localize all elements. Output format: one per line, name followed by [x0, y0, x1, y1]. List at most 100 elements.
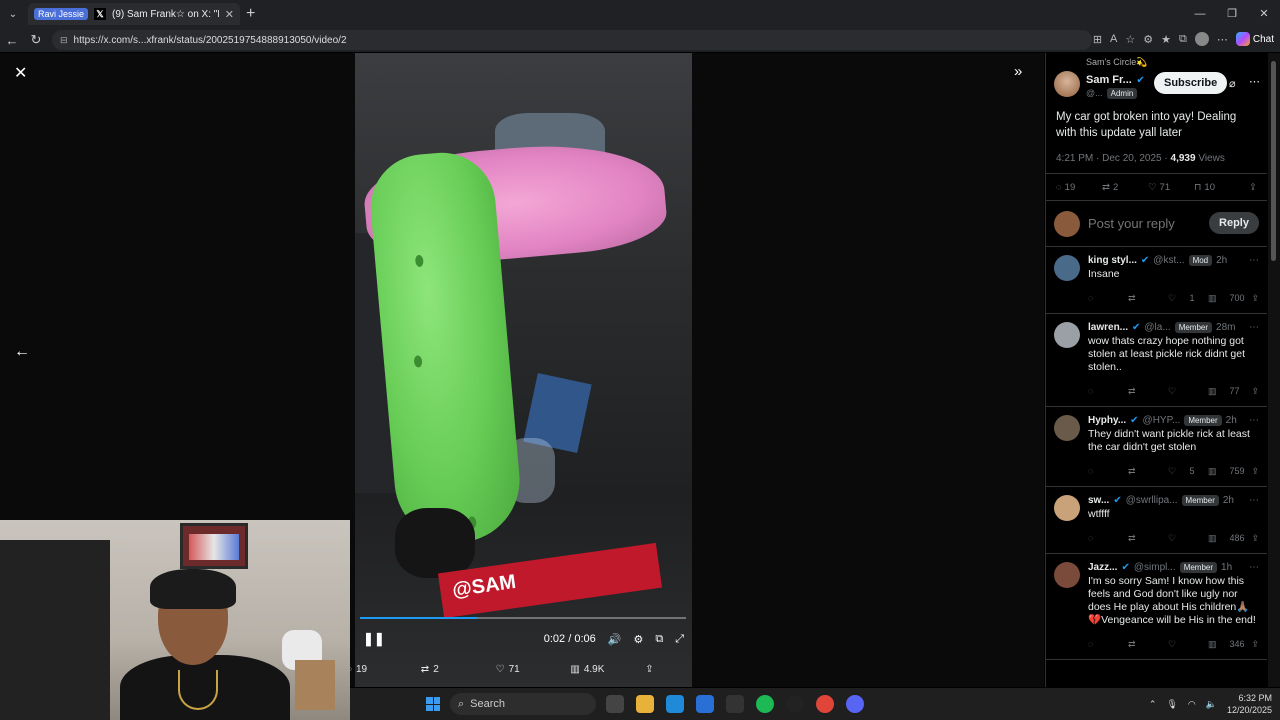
post-bookmark-stat[interactable]: ⊓ 10 — [1194, 182, 1240, 193]
reply-share-icon[interactable]: ⇪ — [1251, 466, 1259, 477]
minimize-button[interactable]: — — [1184, 0, 1216, 28]
reply-repost-action[interactable]: ⇄ — [1128, 533, 1168, 544]
reply-avatar[interactable] — [1054, 322, 1080, 348]
clock[interactable]: 6:32 PM 12/20/2025 — [1227, 692, 1272, 716]
picture-in-picture-icon[interactable]: ⧉ — [655, 633, 663, 646]
speaker-icon[interactable]: 🔈 — [1206, 699, 1217, 710]
spotify-icon[interactable] — [756, 695, 774, 713]
reply-like-action[interactable]: ♡ — [1168, 639, 1208, 650]
pause-icon[interactable]: ❚❚ — [363, 631, 385, 647]
page-scrollbar[interactable] — [1268, 53, 1280, 687]
reply-repost-action[interactable]: ⇄ — [1128, 386, 1168, 397]
back-button[interactable]: ← — [0, 33, 24, 48]
discord-icon[interactable] — [846, 695, 864, 713]
reply-share-icon[interactable]: ⇪ — [1251, 293, 1259, 304]
reply-views-action[interactable]: ▥ 486 — [1208, 533, 1248, 544]
reply-input[interactable] — [1088, 216, 1198, 231]
reply-author-handle[interactable]: @swrllipa... — [1126, 495, 1178, 506]
reply-repost-action[interactable]: ⇄ — [1128, 639, 1168, 650]
windows-start-icon[interactable] — [426, 697, 440, 711]
site-info-icon[interactable]: ⊟ — [60, 35, 68, 46]
profile-avatar[interactable] — [1194, 32, 1209, 46]
reply-avatar[interactable] — [1054, 562, 1080, 588]
video-progress-bar[interactable] — [360, 617, 686, 619]
task-view-icon[interactable] — [606, 695, 624, 713]
reply-author-name[interactable]: king styl... — [1088, 255, 1137, 266]
close-viewer-icon[interactable]: ✕ — [14, 63, 27, 83]
reply-like-action[interactable]: ♡ 5 — [1168, 466, 1208, 477]
store-icon[interactable] — [696, 695, 714, 713]
fullscreen-icon[interactable]: ⤢ — [675, 633, 684, 646]
obs-icon[interactable] — [786, 695, 804, 713]
reply-time[interactable]: 2h — [1216, 255, 1227, 266]
reply-reply-action[interactable]: ◌ — [1088, 386, 1128, 396]
reply-like-action[interactable]: ♡ — [1168, 386, 1208, 397]
collapse-sidebar-icon[interactable]: » — [1014, 63, 1022, 80]
app-icon[interactable] — [726, 695, 744, 713]
reply-item[interactable]: sw... ✔ @swrllipa... Member 2h ⋯ wtffff … — [1046, 487, 1267, 554]
reply-more-icon[interactable]: ⋯ — [1249, 415, 1259, 426]
url-bar[interactable]: ⊟ https://x.com/s...xfrank/status/200251… — [52, 30, 1092, 50]
app-available-icon[interactable]: ⊞ — [1093, 33, 1102, 46]
chrome-icon[interactable] — [816, 695, 834, 713]
edge-browser-icon[interactable] — [666, 695, 684, 713]
copilot-chat-button[interactable]: Chat — [1235, 32, 1274, 46]
reply-item[interactable]: Hyphy... ✔ @HYP... Member 2h ⋯ They didn… — [1046, 407, 1267, 487]
file-explorer-icon[interactable] — [636, 695, 654, 713]
reply-more-icon[interactable]: ⋯ — [1249, 495, 1259, 506]
reply-more-icon[interactable]: ⋯ — [1249, 562, 1259, 573]
refresh-button[interactable]: ↻ — [24, 32, 48, 48]
tab-group-label[interactable]: Ravi Jessie — [34, 8, 89, 20]
reply-item[interactable]: king styl... ✔ @kst... Mod 2h ⋯ Insane ◌… — [1046, 247, 1267, 314]
reply-item[interactable]: Jazz... ✔ @simpl... Member 1h ⋯ I'm so s… — [1046, 554, 1267, 660]
reply-views-action[interactable]: ▥ 700 — [1208, 293, 1248, 304]
community-label[interactable]: Sam's Circle💫 — [1046, 53, 1267, 69]
taskbar-search[interactable]: ⌕ Search — [450, 693, 596, 715]
previous-media-arrow-icon[interactable]: ← — [14, 343, 30, 361]
reply-share-icon[interactable]: ⇪ — [1251, 533, 1259, 544]
tray-overflow-icon[interactable]: ⌃ — [1149, 699, 1157, 710]
favorite-star-icon[interactable]: ☆ — [1125, 33, 1135, 46]
reply-author-handle[interactable]: @HYP... — [1143, 415, 1181, 426]
more-menu-icon[interactable]: ⋯ — [1217, 33, 1228, 46]
reply-views-action[interactable]: ▥ 346 — [1208, 639, 1248, 650]
tab-close-icon[interactable]: ✕ — [225, 8, 234, 21]
reply-author-handle[interactable]: @la... — [1144, 322, 1170, 333]
reply-views-action[interactable]: ▥ 77 — [1208, 386, 1248, 397]
reply-time[interactable]: 28m — [1216, 322, 1235, 333]
post-timestamp[interactable]: 4:21 PM · Dec 20, 2025 · — [1056, 153, 1171, 164]
reply-views-action[interactable]: ▥ 759 — [1208, 466, 1248, 477]
reply-author-handle[interactable]: @simpl... — [1134, 562, 1176, 573]
share-action[interactable]: ⇪ — [645, 664, 720, 675]
reply-time[interactable]: 2h — [1226, 415, 1237, 426]
author-name[interactable]: Sam Fr... — [1086, 74, 1132, 86]
reply-action[interactable]: ◌19 — [346, 664, 421, 675]
reply-reply-action[interactable]: ◌ — [1088, 466, 1128, 476]
extensions-icon[interactable]: ⚙ — [1143, 33, 1153, 46]
more-options-icon[interactable]: ⋯ — [1249, 75, 1260, 88]
reply-author-handle[interactable]: @kst... — [1153, 255, 1184, 266]
subscribe-button[interactable]: Subscribe — [1154, 72, 1228, 94]
reply-time[interactable]: 1h — [1221, 562, 1232, 573]
reply-time[interactable]: 2h — [1223, 495, 1234, 506]
volume-icon[interactable]: 🔊 — [608, 633, 622, 646]
views-action[interactable]: ▥ 4.9K — [570, 664, 645, 675]
browser-tab[interactable]: Ravi Jessie 𝕏 (9) Sam Frank☆ on X: "My c… — [28, 3, 240, 25]
reply-like-action[interactable]: ♡ — [1168, 533, 1208, 544]
like-action[interactable]: ♡ 71 — [496, 664, 571, 675]
repost-action[interactable]: ⇄ 2 — [421, 664, 496, 675]
close-window-button[interactable]: ✕ — [1248, 0, 1280, 28]
reply-like-action[interactable]: ♡ 1 — [1168, 293, 1208, 304]
reply-more-icon[interactable]: ⋯ — [1249, 322, 1259, 333]
reply-more-icon[interactable]: ⋯ — [1249, 255, 1259, 266]
reply-reply-action[interactable]: ◌ — [1088, 533, 1128, 543]
reply-item[interactable]: lawren... ✔ @la... Member 28m ⋯ wow that… — [1046, 314, 1267, 407]
reply-avatar[interactable] — [1054, 415, 1080, 441]
new-tab-button[interactable]: + — [246, 5, 255, 23]
read-aloud-icon[interactable]: A — [1110, 33, 1117, 45]
post-share-icon[interactable]: ⇪ — [1249, 182, 1257, 193]
reply-author-name[interactable]: lawren... — [1088, 322, 1128, 333]
scrollbar-thumb[interactable] — [1271, 61, 1276, 261]
reply-repost-action[interactable]: ⇄ — [1128, 293, 1168, 304]
reply-avatar[interactable] — [1054, 495, 1080, 521]
